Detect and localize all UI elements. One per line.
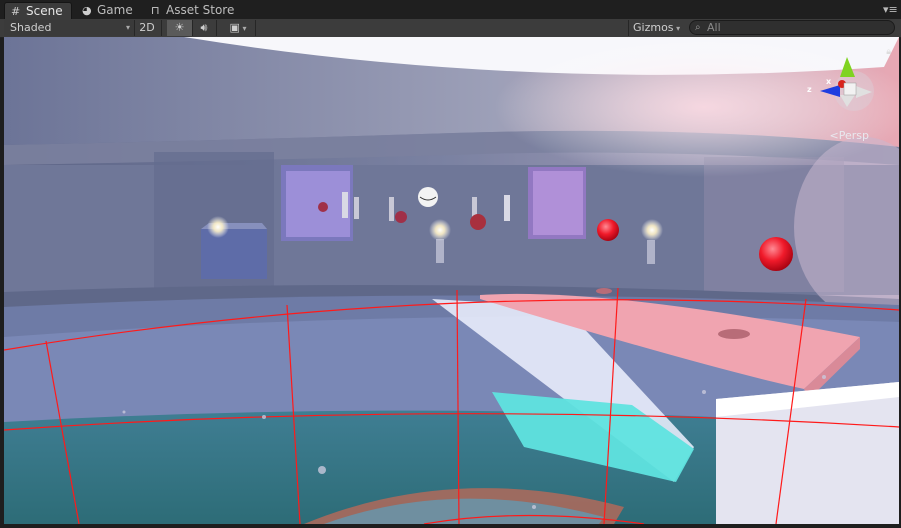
tab-asset-store[interactable]: ⊓ Asset Store [145,2,242,19]
persp-icon: < [829,129,839,142]
projection-toggle[interactable]: <Persp [830,129,869,142]
panel-menu-icon[interactable]: ▾≡ [883,3,898,16]
axis-x-label: x [826,77,832,86]
gizmos-label: Gizmos [633,21,674,34]
draw-mode-value: Shaded [10,21,52,34]
sun-icon: ☀ [174,21,185,34]
grid-icon: # [11,5,21,18]
image-icon: ▣ [229,21,240,34]
toggle-2d-button[interactable]: 2D [133,20,162,36]
chevron-down-icon: ▾ [125,23,130,32]
bag-icon: ⊓ [151,4,160,17]
tab-scene-label: Scene [26,4,63,18]
axis-z-label: z [807,85,812,94]
scene-effects-dropdown[interactable]: ▣ ▾ [221,20,256,36]
chevron-down-icon: ▾ [673,24,681,33]
search-input[interactable] [707,21,887,34]
speaker-icon: 🔊︎ [200,21,208,34]
scene-viewport[interactable]: z x 🔒︎ <Persp [4,37,899,524]
scene-audio-toggle[interactable]: 🔊︎ [192,20,217,36]
draw-mode-dropdown[interactable]: Shaded ▾ [4,20,135,36]
hierarchy-search[interactable]: ⌕ [689,20,895,35]
pacman-icon: ◕ [82,4,92,17]
projection-label: Persp [838,129,869,142]
lock-icon[interactable]: 🔒︎ [886,47,891,57]
tab-asset-store-label: Asset Store [166,3,235,17]
scene-lighting-toggle[interactable]: ☀ [167,20,193,36]
scene-render [4,37,899,524]
tab-bar: # Scene ◕ Game ⊓ Asset Store ▾≡ [0,0,901,20]
chevron-down-icon: ▾ [239,24,247,33]
toggle-2d-label: 2D [139,21,155,34]
tab-scene[interactable]: # Scene [4,2,72,20]
gizmos-dropdown[interactable]: Gizmos ▾ [628,20,688,36]
tab-game[interactable]: ◕ Game [76,2,141,19]
tab-game-label: Game [97,3,133,17]
scene-toolbar: Shaded ▾ 2D ☀ 🔊︎ ▣ ▾ Gizmos ▾ ⌕ [0,19,901,38]
search-icon: ⌕ [695,22,701,33]
